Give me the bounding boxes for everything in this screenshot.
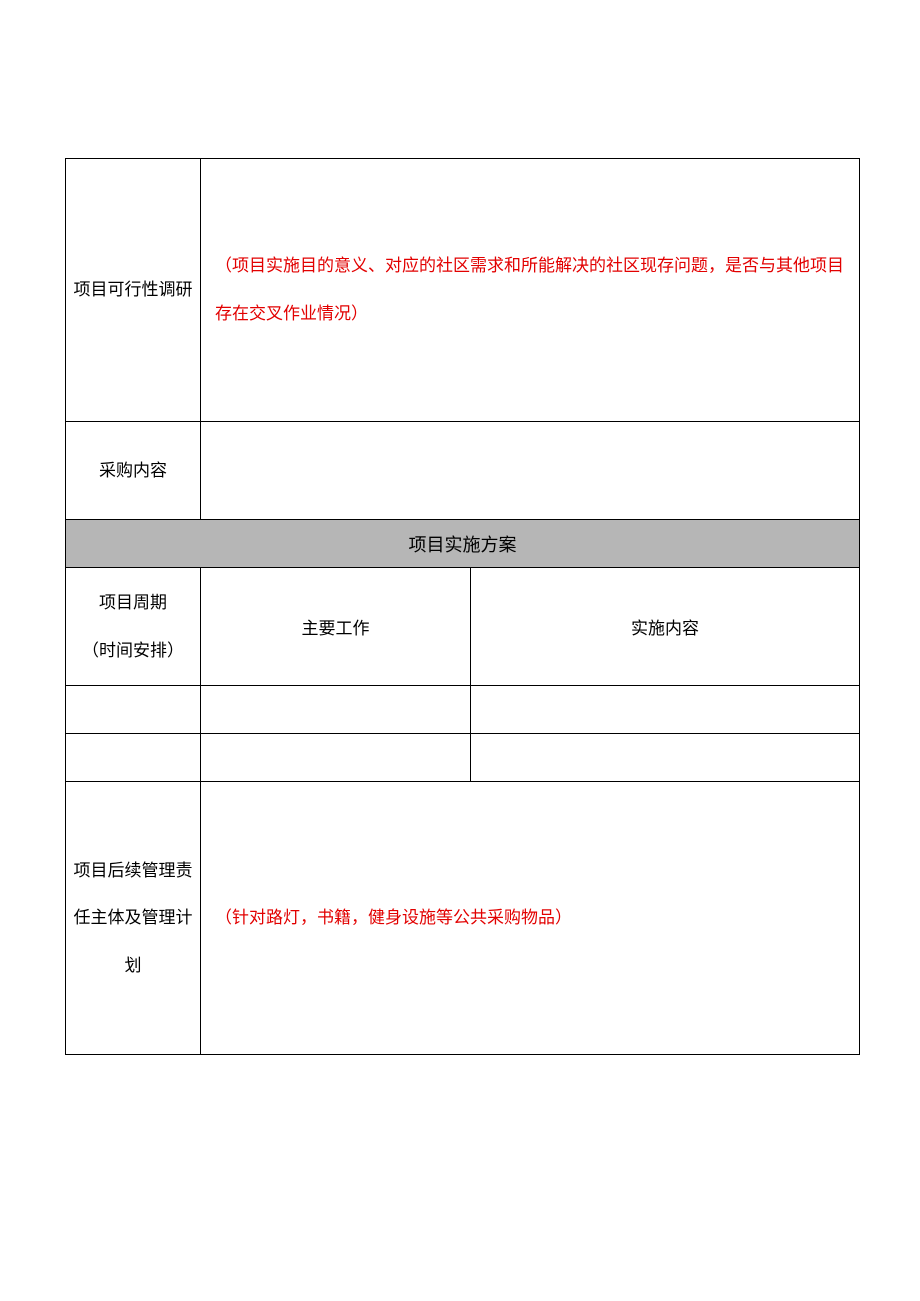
cell-period-1: [66, 734, 201, 782]
cell-procurement-value: [201, 422, 860, 520]
cell-work-0: [201, 686, 471, 734]
form-table: 项目可行性调研 （项目实施目的意义、对应的社区需求和所能解决的社区现存问题，是否…: [65, 158, 860, 1055]
cell-period-0: [66, 686, 201, 734]
row-procurement: 采购内容: [66, 422, 860, 520]
row-plan-data-1: [66, 734, 860, 782]
cell-work-1: [201, 734, 471, 782]
label-management-text: 项目后续管理责任主体及管理计划: [70, 847, 196, 990]
management-note-text: （针对路灯，书籍，健身设施等公共采购物品）: [205, 894, 855, 942]
cell-feasibility-note: （项目实施目的意义、对应的社区需求和所能解决的社区现存问题，是否与其他项目存在交…: [201, 159, 860, 422]
row-plan-data-0: [66, 686, 860, 734]
feasibility-note-text: （项目实施目的意义、对应的社区需求和所能解决的社区现存问题，是否与其他项目存在交…: [205, 242, 855, 337]
row-plan-headers: 项目周期 （时间安排） 主要工作 实施内容: [66, 568, 860, 686]
row-feasibility: 项目可行性调研 （项目实施目的意义、对应的社区需求和所能解决的社区现存问题，是否…: [66, 159, 860, 422]
cell-content-1: [471, 734, 860, 782]
label-management: 项目后续管理责任主体及管理计划: [66, 782, 201, 1055]
cell-management-note: （针对路灯，书籍，健身设施等公共采购物品）: [201, 782, 860, 1055]
cell-content-0: [471, 686, 860, 734]
header-period-line2: （时间安排）: [70, 627, 196, 675]
label-procurement: 采购内容: [66, 422, 201, 520]
row-section-header: 项目实施方案: [66, 520, 860, 568]
header-period-line1: 项目周期: [70, 579, 196, 627]
section-header-text: 项目实施方案: [66, 520, 860, 568]
row-management: 项目后续管理责任主体及管理计划 （针对路灯，书籍，健身设施等公共采购物品）: [66, 782, 860, 1055]
header-content: 实施内容: [471, 568, 860, 686]
header-work: 主要工作: [201, 568, 471, 686]
form-table-container: 项目可行性调研 （项目实施目的意义、对应的社区需求和所能解决的社区现存问题，是否…: [65, 158, 860, 1055]
label-feasibility: 项目可行性调研: [66, 159, 201, 422]
header-period: 项目周期 （时间安排）: [66, 568, 201, 686]
